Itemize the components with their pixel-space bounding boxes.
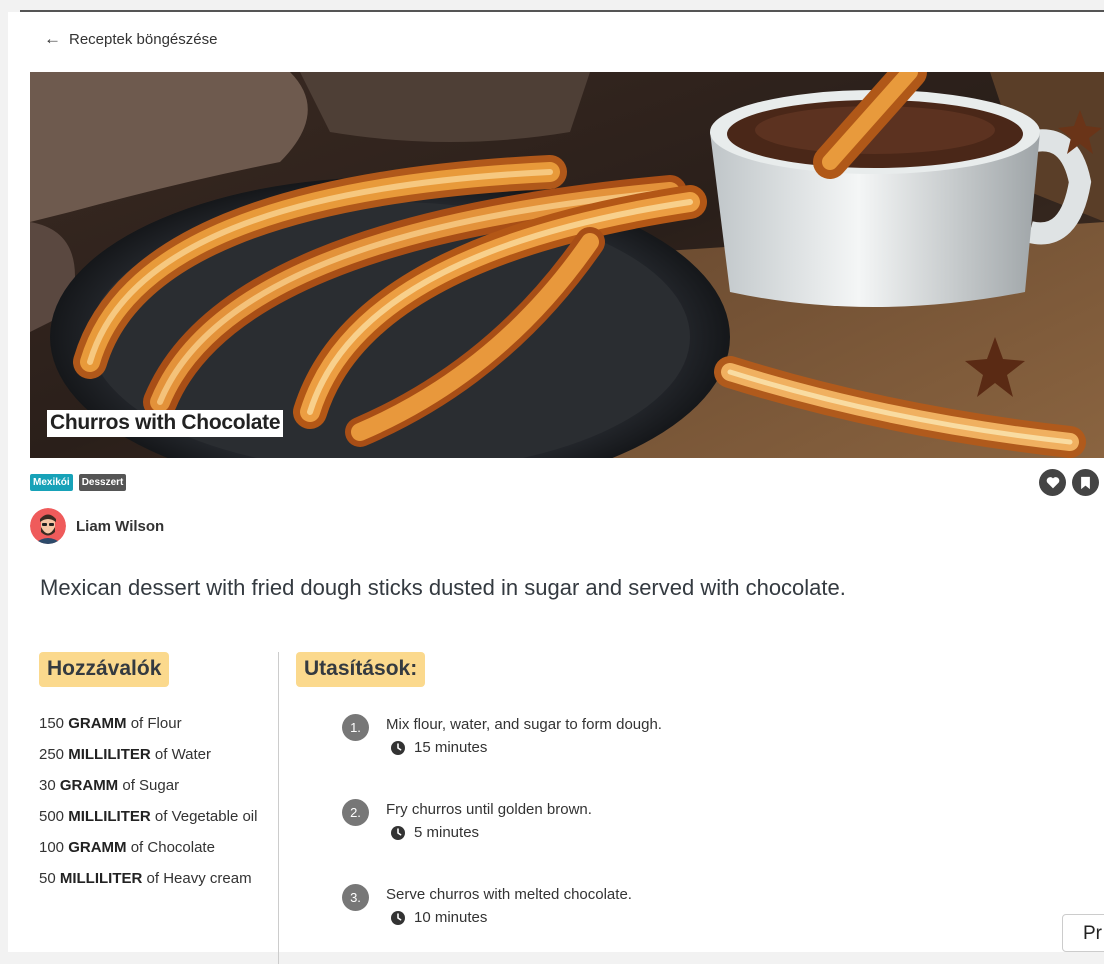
churros-photo [30,72,1104,458]
step-number: 1. [342,714,369,741]
favorite-button[interactable] [1039,469,1066,496]
step-text: Serve churros with melted chocolate. [386,886,632,903]
tag-list: Mexikói Desszert [30,474,127,491]
hero-image: Churros with Chocolate [30,72,1104,458]
tag-cuisine[interactable]: Mexikói [30,474,73,491]
ingredient-item: 150 GRAMM of Flour [39,715,182,732]
bookmark-icon [1081,476,1090,489]
recipe-description: Mexican dessert with fried dough sticks … [40,575,846,600]
clock-icon [391,910,405,925]
ingredient-item: 500 MILLILITER of Vegetable oil [39,808,258,825]
recipe-actions [1039,469,1099,496]
clock-icon [391,740,405,755]
author-avatar [30,508,66,544]
ingredient-item: 100 GRAMM of Chocolate [39,839,215,856]
author-info[interactable]: Liam Wilson [30,508,164,544]
step-duration: 5 minutes [391,824,479,841]
back-link-label: Receptek böngészése [69,30,218,48]
bookmark-button[interactable] [1072,469,1099,496]
recipe-page: ← Receptek böngészése Churros with Choco… [8,12,1104,964]
ingredient-list: 150 GRAMM of Flour 250 MILLILITER of Wat… [39,714,257,900]
heart-icon [1046,477,1059,489]
arrow-left-icon: ← [44,29,61,48]
clock-icon [391,825,405,840]
step-duration: 15 minutes [391,739,487,756]
ingredient-item: 250 MILLILITER of Water [39,746,212,763]
ingredient-item: 50 MILLILITER of Heavy cream [39,870,252,887]
floating-button[interactable]: Pr [1062,914,1104,952]
author-name: Liam Wilson [76,517,165,535]
tag-category[interactable]: Desszert [78,474,127,491]
step-number: 3. [342,884,369,911]
step-text: Fry churros until golden brown. [386,801,592,818]
step-number: 2. [342,799,369,826]
column-divider [278,652,279,964]
recipe-title: Churros with Chocolate [47,410,284,437]
step-duration: 10 minutes [391,909,487,926]
instructions-heading: Utasítások: [296,652,426,687]
step-text: Mix flour, water, and sugar to form doug… [386,716,662,733]
ingredient-item: 30 GRAMM of Sugar [39,777,180,794]
back-to-recipes-link[interactable]: ← Receptek böngészése [44,29,217,49]
ingredients-heading: Hozzávalók [39,652,170,687]
